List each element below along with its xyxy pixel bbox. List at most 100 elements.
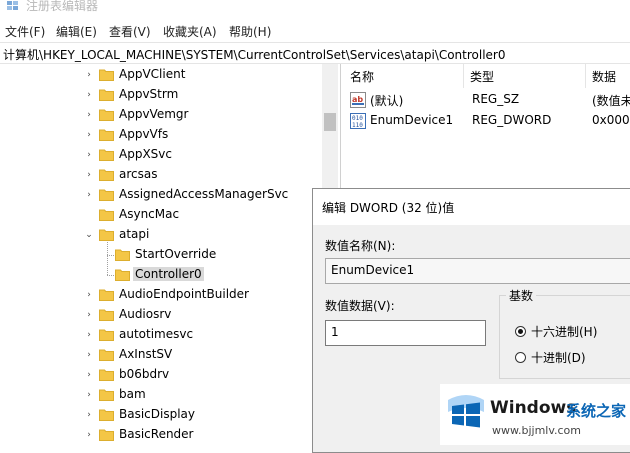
collapse-arrow-icon[interactable]: ⌄ <box>84 230 94 240</box>
key-tree: › AppVClient › AppvStrm › AppvVemgr › AppvVfs › A… <box>0 64 340 445</box>
hex-radio-label[interactable]: 十六进制(H) <box>531 323 597 340</box>
svg-text:ab: ab <box>352 95 363 104</box>
value-row[interactable]: ab (默认) REG_SZ (数值未 <box>344 90 630 110</box>
tree-item[interactable]: › AppvStrm <box>0 85 320 105</box>
expand-arrow-icon[interactable]: › <box>84 190 94 200</box>
folder-icon <box>99 109 114 121</box>
tree-item-label: AppVClient <box>119 67 186 81</box>
expand-arrow-icon[interactable]: › <box>84 290 94 300</box>
column-header-name[interactable]: 名称 <box>344 64 464 88</box>
tree-item[interactable]: › BasicDisplay <box>0 405 320 425</box>
menu-view[interactable]: 查看(V) <box>109 23 151 40</box>
tree-item[interactable]: › AppXSvc <box>0 145 320 165</box>
tree-item[interactable]: AsyncMac <box>0 205 320 225</box>
column-header-type[interactable]: 类型 <box>464 64 586 88</box>
address-path[interactable]: 计算机\HKEY_LOCAL_MACHINE\SYSTEM\CurrentCon… <box>3 46 506 63</box>
tree-item[interactable]: › AppvVfs <box>0 125 320 145</box>
column-header-data-label: 数据 <box>592 70 617 84</box>
expand-arrow-icon[interactable]: › <box>84 350 94 360</box>
folder-icon <box>99 89 114 101</box>
menu-help[interactable]: 帮助(H) <box>229 23 271 40</box>
tree-item-label: AppvVfs <box>119 127 169 141</box>
tree-item[interactable]: Controller0 <box>0 265 320 285</box>
expand-arrow-icon[interactable]: › <box>84 110 94 120</box>
folder-icon <box>99 329 114 341</box>
menu-file[interactable]: 文件(F) <box>5 23 45 40</box>
folder-icon <box>99 369 114 381</box>
string-value-icon: ab <box>350 92 366 108</box>
tree-item-label: AsyncMac <box>119 207 180 221</box>
hex-radio[interactable] <box>515 326 526 337</box>
column-header-type-label: 类型 <box>470 70 495 84</box>
tree-item-label: bam <box>119 387 146 401</box>
dec-radio-label[interactable]: 十进制(D) <box>531 349 586 366</box>
window-title: 注册表编辑器 <box>26 0 99 13</box>
watermark-url: www.bjjmlv.com <box>492 424 581 437</box>
tree-item-label: AppXSvc <box>119 147 172 161</box>
folder-icon <box>115 249 130 261</box>
value-type: REG_DWORD <box>472 113 552 127</box>
address-bar[interactable]: 计算机\HKEY_LOCAL_MACHINE\SYSTEM\CurrentCon… <box>0 42 630 64</box>
tree-item[interactable]: › AppvVemgr <box>0 105 320 125</box>
svg-text:110: 110 <box>352 122 363 129</box>
tree-item-label: Controller0 <box>133 267 204 281</box>
watermark-suffix: 系统之家 <box>566 402 627 420</box>
expand-arrow-icon[interactable]: › <box>84 430 94 440</box>
watermark: Windows 系统之家 www.bjjmlv.com <box>440 384 630 445</box>
value-data-label: 数值数据(V): <box>325 299 395 313</box>
tree-item[interactable]: ⌄ atapi <box>0 225 320 245</box>
tree-item[interactable]: › autotimesvc <box>0 325 320 345</box>
menu-bar: 文件(F) 编辑(E) 查看(V) 收藏夹(A) 帮助(H) <box>0 18 630 42</box>
folder-icon <box>99 409 114 421</box>
dialog-title-bar: 编辑 DWORD (32 位)值 <box>313 189 630 225</box>
tree-connector-line <box>107 255 114 256</box>
tree-item-label: AppvVemgr <box>119 107 189 121</box>
expand-arrow-icon[interactable]: › <box>84 90 94 100</box>
folder-icon <box>99 429 114 441</box>
value-data-text: 1 <box>331 325 339 339</box>
expand-arrow-icon[interactable]: › <box>84 130 94 140</box>
tree-item[interactable]: › AppVClient <box>0 65 320 85</box>
expand-arrow-icon[interactable]: › <box>84 70 94 80</box>
tree-item-label: AppvStrm <box>119 87 179 101</box>
tree-item[interactable]: StartOverride <box>0 245 320 265</box>
tree-item-label: AssignedAccessManagerSvc <box>119 187 289 201</box>
expand-arrow-icon[interactable]: › <box>84 310 94 320</box>
tree-item-label: autotimesvc <box>119 327 194 341</box>
tree-connector-line <box>107 242 108 275</box>
expand-arrow-icon[interactable]: › <box>84 150 94 160</box>
tree-item[interactable]: › AudioEndpointBuilder <box>0 285 320 305</box>
menu-edit[interactable]: 编辑(E) <box>56 23 97 40</box>
value-row[interactable]: 010 110 EnumDevice1 REG_DWORD 0x000 <box>344 111 630 131</box>
tree-scrollbar-thumb[interactable] <box>324 113 336 131</box>
expand-arrow-icon[interactable]: › <box>84 410 94 420</box>
expand-arrow-icon[interactable]: › <box>84 370 94 380</box>
menu-favorites[interactable]: 收藏夹(A) <box>163 23 217 40</box>
windows-logo-icon <box>448 395 484 428</box>
tree-item[interactable]: › b06bdrv <box>0 365 320 385</box>
tree-item[interactable]: › bam <box>0 385 320 405</box>
dec-radio[interactable] <box>515 352 526 363</box>
tree-item[interactable]: › AxInstSV <box>0 345 320 365</box>
tree-item[interactable]: › arcsas <box>0 165 320 185</box>
title-bar: 注册表编辑器 <box>0 0 630 18</box>
registry-app-icon <box>7 1 18 10</box>
folder-icon <box>99 389 114 401</box>
column-header-name-label: 名称 <box>350 70 375 84</box>
expand-arrow-icon[interactable]: › <box>84 330 94 340</box>
value-data: 0x000 <box>592 113 630 127</box>
folder-icon <box>99 149 114 161</box>
expand-arrow-icon[interactable]: › <box>84 390 94 400</box>
folder-icon <box>99 169 114 181</box>
value-data-field[interactable]: 1 <box>325 320 486 346</box>
folder-icon <box>99 309 114 321</box>
tree-item[interactable]: › BasicRender <box>0 425 320 445</box>
column-header-data[interactable]: 数据 <box>586 64 630 88</box>
tree-item[interactable]: › Audiosrv <box>0 305 320 325</box>
tree-item-label: atapi <box>119 227 150 241</box>
tree-item[interactable]: › AssignedAccessManagerSvc <box>0 185 320 205</box>
base-group-label: 基数 <box>506 287 537 304</box>
tree-item-label: b06bdrv <box>119 367 170 381</box>
expand-arrow-icon[interactable]: › <box>84 170 94 180</box>
value-name-field[interactable]: EnumDevice1 <box>325 258 630 284</box>
